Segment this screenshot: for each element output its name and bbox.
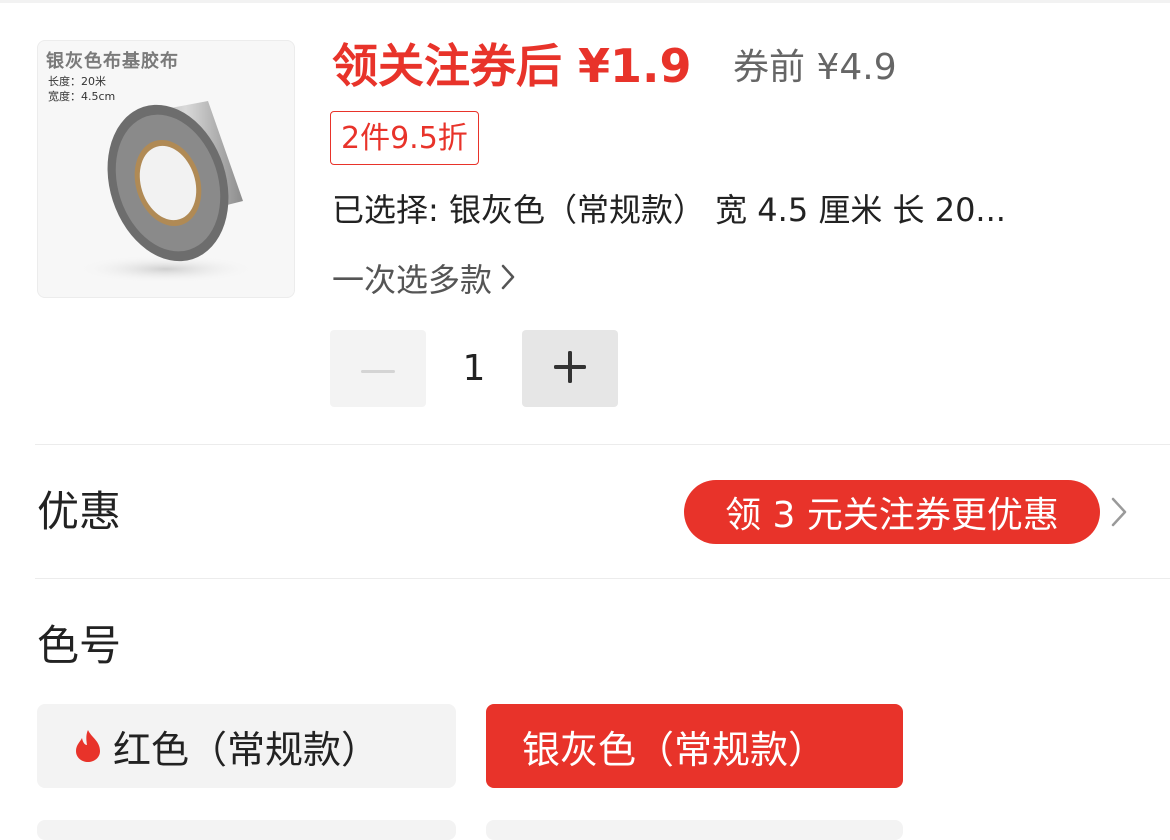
promo-coupon-button[interactable]: 领 3 元关注券更优惠 xyxy=(684,480,1100,544)
color-option-label: 银灰色（常规款） xyxy=(522,727,827,772)
original-price: 券前 ¥4.9 xyxy=(733,47,897,88)
top-divider xyxy=(0,0,1170,3)
quantity-increase-button[interactable] xyxy=(522,330,618,407)
flame-icon xyxy=(73,728,103,764)
quantity-value[interactable]: 1 xyxy=(426,330,522,407)
discount-badge: 2件9.5折 xyxy=(330,111,479,165)
multi-select-label: 一次选多款 xyxy=(332,261,493,299)
thumbnail-spec-width: 宽度：4.5cm xyxy=(48,90,116,103)
color-option-next[interactable] xyxy=(486,820,903,840)
color-option-silver-gray[interactable]: 银灰色（常规款） xyxy=(486,704,903,788)
product-thumbnail[interactable]: 银灰色布基胶布 长度：20米 宽度：4.5cm xyxy=(37,40,295,298)
color-option-next[interactable] xyxy=(37,820,456,840)
coupon-price: 领关注券后 ¥1.9 xyxy=(332,39,692,93)
chevron-right-icon[interactable] xyxy=(1110,496,1128,532)
color-option-label: 红色（常规款） xyxy=(113,727,380,772)
section-divider xyxy=(35,578,1170,579)
minus-icon xyxy=(361,359,395,378)
quantity-decrease-button[interactable] xyxy=(330,330,426,407)
multi-select-link[interactable]: 一次选多款 xyxy=(332,256,516,304)
selected-spec: 已选择: 银灰色（常规款） 宽 4.5 厘米 长 20... xyxy=(332,191,1006,229)
section-divider xyxy=(35,444,1170,445)
color-section-label: 色号 xyxy=(37,621,122,670)
promo-label: 优惠 xyxy=(37,487,122,536)
plus-icon xyxy=(554,350,586,387)
thumbnail-title: 银灰色布基胶布 xyxy=(46,51,179,72)
color-option-red[interactable]: 红色（常规款） xyxy=(37,704,456,788)
chevron-right-icon xyxy=(500,256,516,304)
thumbnail-spec-length: 长度：20米 xyxy=(48,75,106,88)
